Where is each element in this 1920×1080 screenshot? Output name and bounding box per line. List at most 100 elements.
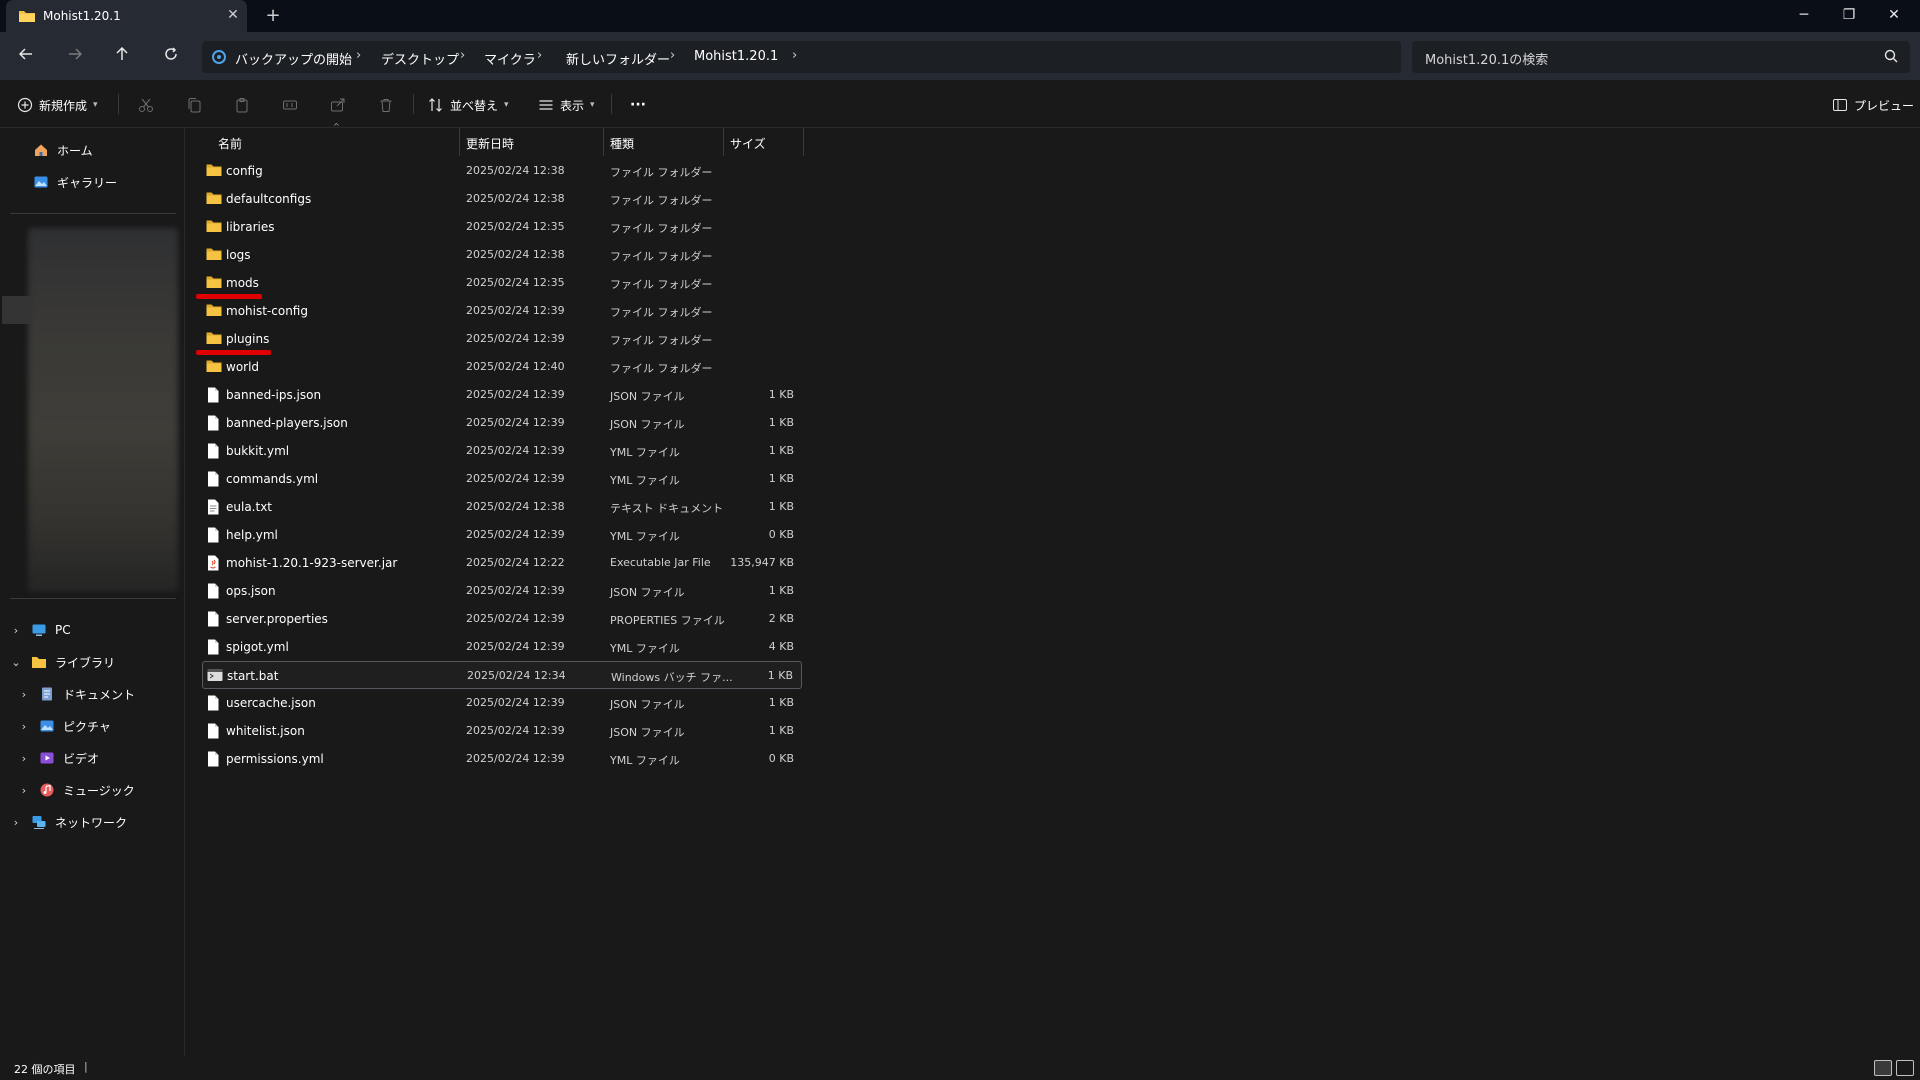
chevron-right-icon[interactable]: › xyxy=(9,624,23,637)
file-name: ops.json xyxy=(226,584,276,598)
search-box[interactable]: Mohist1.20.1の検索 xyxy=(1412,41,1910,73)
sort-button[interactable]: 並べ替え ▾ xyxy=(428,94,509,116)
file-row[interactable]: help.yml 2025/02/24 12:39 YML ファイル 0 KB xyxy=(202,521,802,549)
rename-button[interactable] xyxy=(282,94,298,116)
file-size: 1 KB xyxy=(768,584,794,597)
column-header-type[interactable]: 種類 xyxy=(610,135,634,152)
column-header-date[interactable]: 更新日時 xyxy=(466,135,514,152)
view-button[interactable]: 表示 ▾ xyxy=(538,94,595,116)
breadcrumb-separator[interactable]: › xyxy=(460,48,465,63)
folder-icon xyxy=(206,163,222,180)
folder-row[interactable]: mohist-config 2025/02/24 12:39 ファイル フォルダー xyxy=(202,297,802,325)
folder-row[interactable]: config 2025/02/24 12:38 ファイル フォルダー xyxy=(202,157,802,185)
column-divider[interactable] xyxy=(603,128,604,156)
file-row[interactable]: permissions.yml 2025/02/24 12:39 YML ファイル 0… xyxy=(202,745,802,773)
chevron-down-icon[interactable]: ⌄ xyxy=(9,656,23,669)
new-button[interactable]: 新規作成 ▾ xyxy=(17,94,98,116)
sidebar-item-videos[interactable]: › ビデオ xyxy=(17,744,99,772)
file-row[interactable]: whitelist.json 2025/02/24 12:39 JSON ファイル 1… xyxy=(202,717,802,745)
forward-button[interactable] xyxy=(63,45,87,67)
file-name: whitelist.json xyxy=(226,724,305,738)
folder-row[interactable]: libraries 2025/02/24 12:35 ファイル フォルダー xyxy=(202,213,802,241)
cut-button[interactable] xyxy=(138,94,154,116)
folder-row[interactable]: world 2025/02/24 12:40 ファイル フォルダー xyxy=(202,353,802,381)
file-row[interactable]: bukkit.yml 2025/02/24 12:39 YML ファイル 1 KB xyxy=(202,437,802,465)
sidebar-item-network[interactable]: › ネットワーク xyxy=(9,808,127,836)
address-bar[interactable]: バックアップの開始 › デスクトップ › マイクラ › 新しいフォルダー › M… xyxy=(202,41,1401,73)
tab-close-button[interactable]: ✕ xyxy=(224,6,242,24)
details-view-button[interactable] xyxy=(1874,1060,1892,1076)
breadcrumb-separator[interactable]: › xyxy=(537,48,542,63)
close-window-button[interactable]: ✕ xyxy=(1879,2,1909,28)
breadcrumb-new-folder[interactable]: 新しいフォルダー xyxy=(566,49,670,68)
breadcrumb-separator[interactable]: › xyxy=(792,48,797,63)
file-icon xyxy=(206,415,220,434)
file-size: 1 KB xyxy=(768,416,794,429)
chevron-right-icon[interactable]: › xyxy=(17,752,31,765)
sidebar-item-documents[interactable]: › ドキュメント xyxy=(17,680,135,708)
sidebar-item-gallery[interactable]: ギャラリー xyxy=(33,168,117,196)
tab-active[interactable]: Mohist1.20.1 ✕ xyxy=(6,0,247,32)
file-row[interactable]: banned-ips.json 2025/02/24 12:39 JSON ファイル… xyxy=(202,381,802,409)
chevron-down-icon: ▾ xyxy=(93,100,98,110)
column-header-size[interactable]: サイズ xyxy=(730,135,766,152)
file-date: 2025/02/24 12:39 xyxy=(466,584,565,597)
back-button[interactable] xyxy=(14,45,38,67)
preview-pane-button[interactable]: プレビュー xyxy=(1832,94,1914,116)
delete-button[interactable] xyxy=(378,94,394,116)
file-date: 2025/02/24 12:38 xyxy=(466,164,565,177)
copy-button[interactable] xyxy=(186,94,202,116)
breadcrumb-backup[interactable]: バックアップの開始 xyxy=(235,49,352,68)
paste-button[interactable] xyxy=(234,94,250,116)
file-size: 1 KB xyxy=(768,500,794,513)
file-row[interactable]: start.bat 2025/02/24 12:34 Windows バッチ ファ.… xyxy=(202,661,802,689)
sidebar-item-library[interactable]: ⌄ ライブラリ xyxy=(9,648,115,676)
sidebar-item-label: ホーム xyxy=(57,143,93,158)
sidebar-item-music[interactable]: › ミュージック xyxy=(17,776,135,804)
folder-row[interactable]: logs 2025/02/24 12:38 ファイル フォルダー xyxy=(202,241,802,269)
minimize-button[interactable]: ─ xyxy=(1789,2,1819,28)
sidebar-item-home[interactable]: ホーム xyxy=(33,136,93,164)
tab-title: Mohist1.20.1 xyxy=(43,9,121,23)
file-icon xyxy=(206,639,220,658)
refresh-button[interactable] xyxy=(159,45,183,67)
column-divider[interactable] xyxy=(803,128,804,156)
file-row[interactable]: eula.txt 2025/02/24 12:38 テキスト ドキュメント 1 KB xyxy=(202,493,802,521)
file-row[interactable]: mohist-1.20.1-923-server.jar 2025/02/24 1… xyxy=(202,549,802,577)
column-header-name[interactable]: 名前 xyxy=(218,135,242,152)
sidebar-item-pictures[interactable]: › ピクチャ xyxy=(17,712,111,740)
chevron-right-icon[interactable]: › xyxy=(17,720,31,733)
new-tab-button[interactable]: + xyxy=(262,5,284,27)
chevron-right-icon[interactable]: › xyxy=(17,784,31,797)
maximize-button[interactable]: ❐ xyxy=(1834,2,1864,28)
breadcrumb-mohist[interactable]: Mohist1.20.1 xyxy=(694,49,778,64)
more-options-button[interactable]: ··· xyxy=(630,94,646,116)
up-button[interactable] xyxy=(110,45,134,67)
sidebar-item-pc[interactable]: › PC xyxy=(9,616,71,644)
breadcrumb-separator[interactable]: › xyxy=(356,48,361,63)
share-button[interactable] xyxy=(330,94,346,116)
large-icons-view-button[interactable] xyxy=(1896,1060,1914,1076)
file-row[interactable]: commands.yml 2025/02/24 12:39 YML ファイル 1 KB xyxy=(202,465,802,493)
search-input[interactable]: Mohist1.20.1の検索 xyxy=(1425,49,1548,68)
music-icon xyxy=(40,783,54,797)
breadcrumb-desktop[interactable]: デスクトップ xyxy=(381,49,459,68)
breadcrumb-separator[interactable]: › xyxy=(670,48,675,63)
file-row[interactable]: spigot.yml 2025/02/24 12:39 YML ファイル 4 KB xyxy=(202,633,802,661)
file-row[interactable]: banned-players.json 2025/02/24 12:39 JSON … xyxy=(202,409,802,437)
column-divider[interactable] xyxy=(723,128,724,156)
chevron-right-icon[interactable]: › xyxy=(9,816,23,829)
breadcrumb-minecraft[interactable]: マイクラ xyxy=(484,49,536,68)
file-row[interactable]: usercache.json 2025/02/24 12:39 JSON ファイル 1… xyxy=(202,689,802,717)
file-row[interactable]: server.properties 2025/02/24 12:39 PROPERT… xyxy=(202,605,802,633)
file-date: 2025/02/24 12:38 xyxy=(466,192,565,205)
chevron-right-icon[interactable]: › xyxy=(17,688,31,701)
folder-row[interactable]: mods 2025/02/24 12:35 ファイル フォルダー xyxy=(196,269,802,299)
file-row[interactable]: ops.json 2025/02/24 12:39 JSON ファイル 1 KB xyxy=(202,577,802,605)
column-divider[interactable] xyxy=(459,128,460,156)
file-type: ファイル フォルダー xyxy=(610,250,713,263)
file-date: 2025/02/24 12:39 xyxy=(466,752,565,765)
folder-row[interactable]: defaultconfigs 2025/02/24 12:38 ファイル フォルダー xyxy=(202,185,802,213)
copy-icon xyxy=(188,98,201,113)
folder-row[interactable]: plugins 2025/02/24 12:39 ファイル フォルダー xyxy=(196,325,802,355)
